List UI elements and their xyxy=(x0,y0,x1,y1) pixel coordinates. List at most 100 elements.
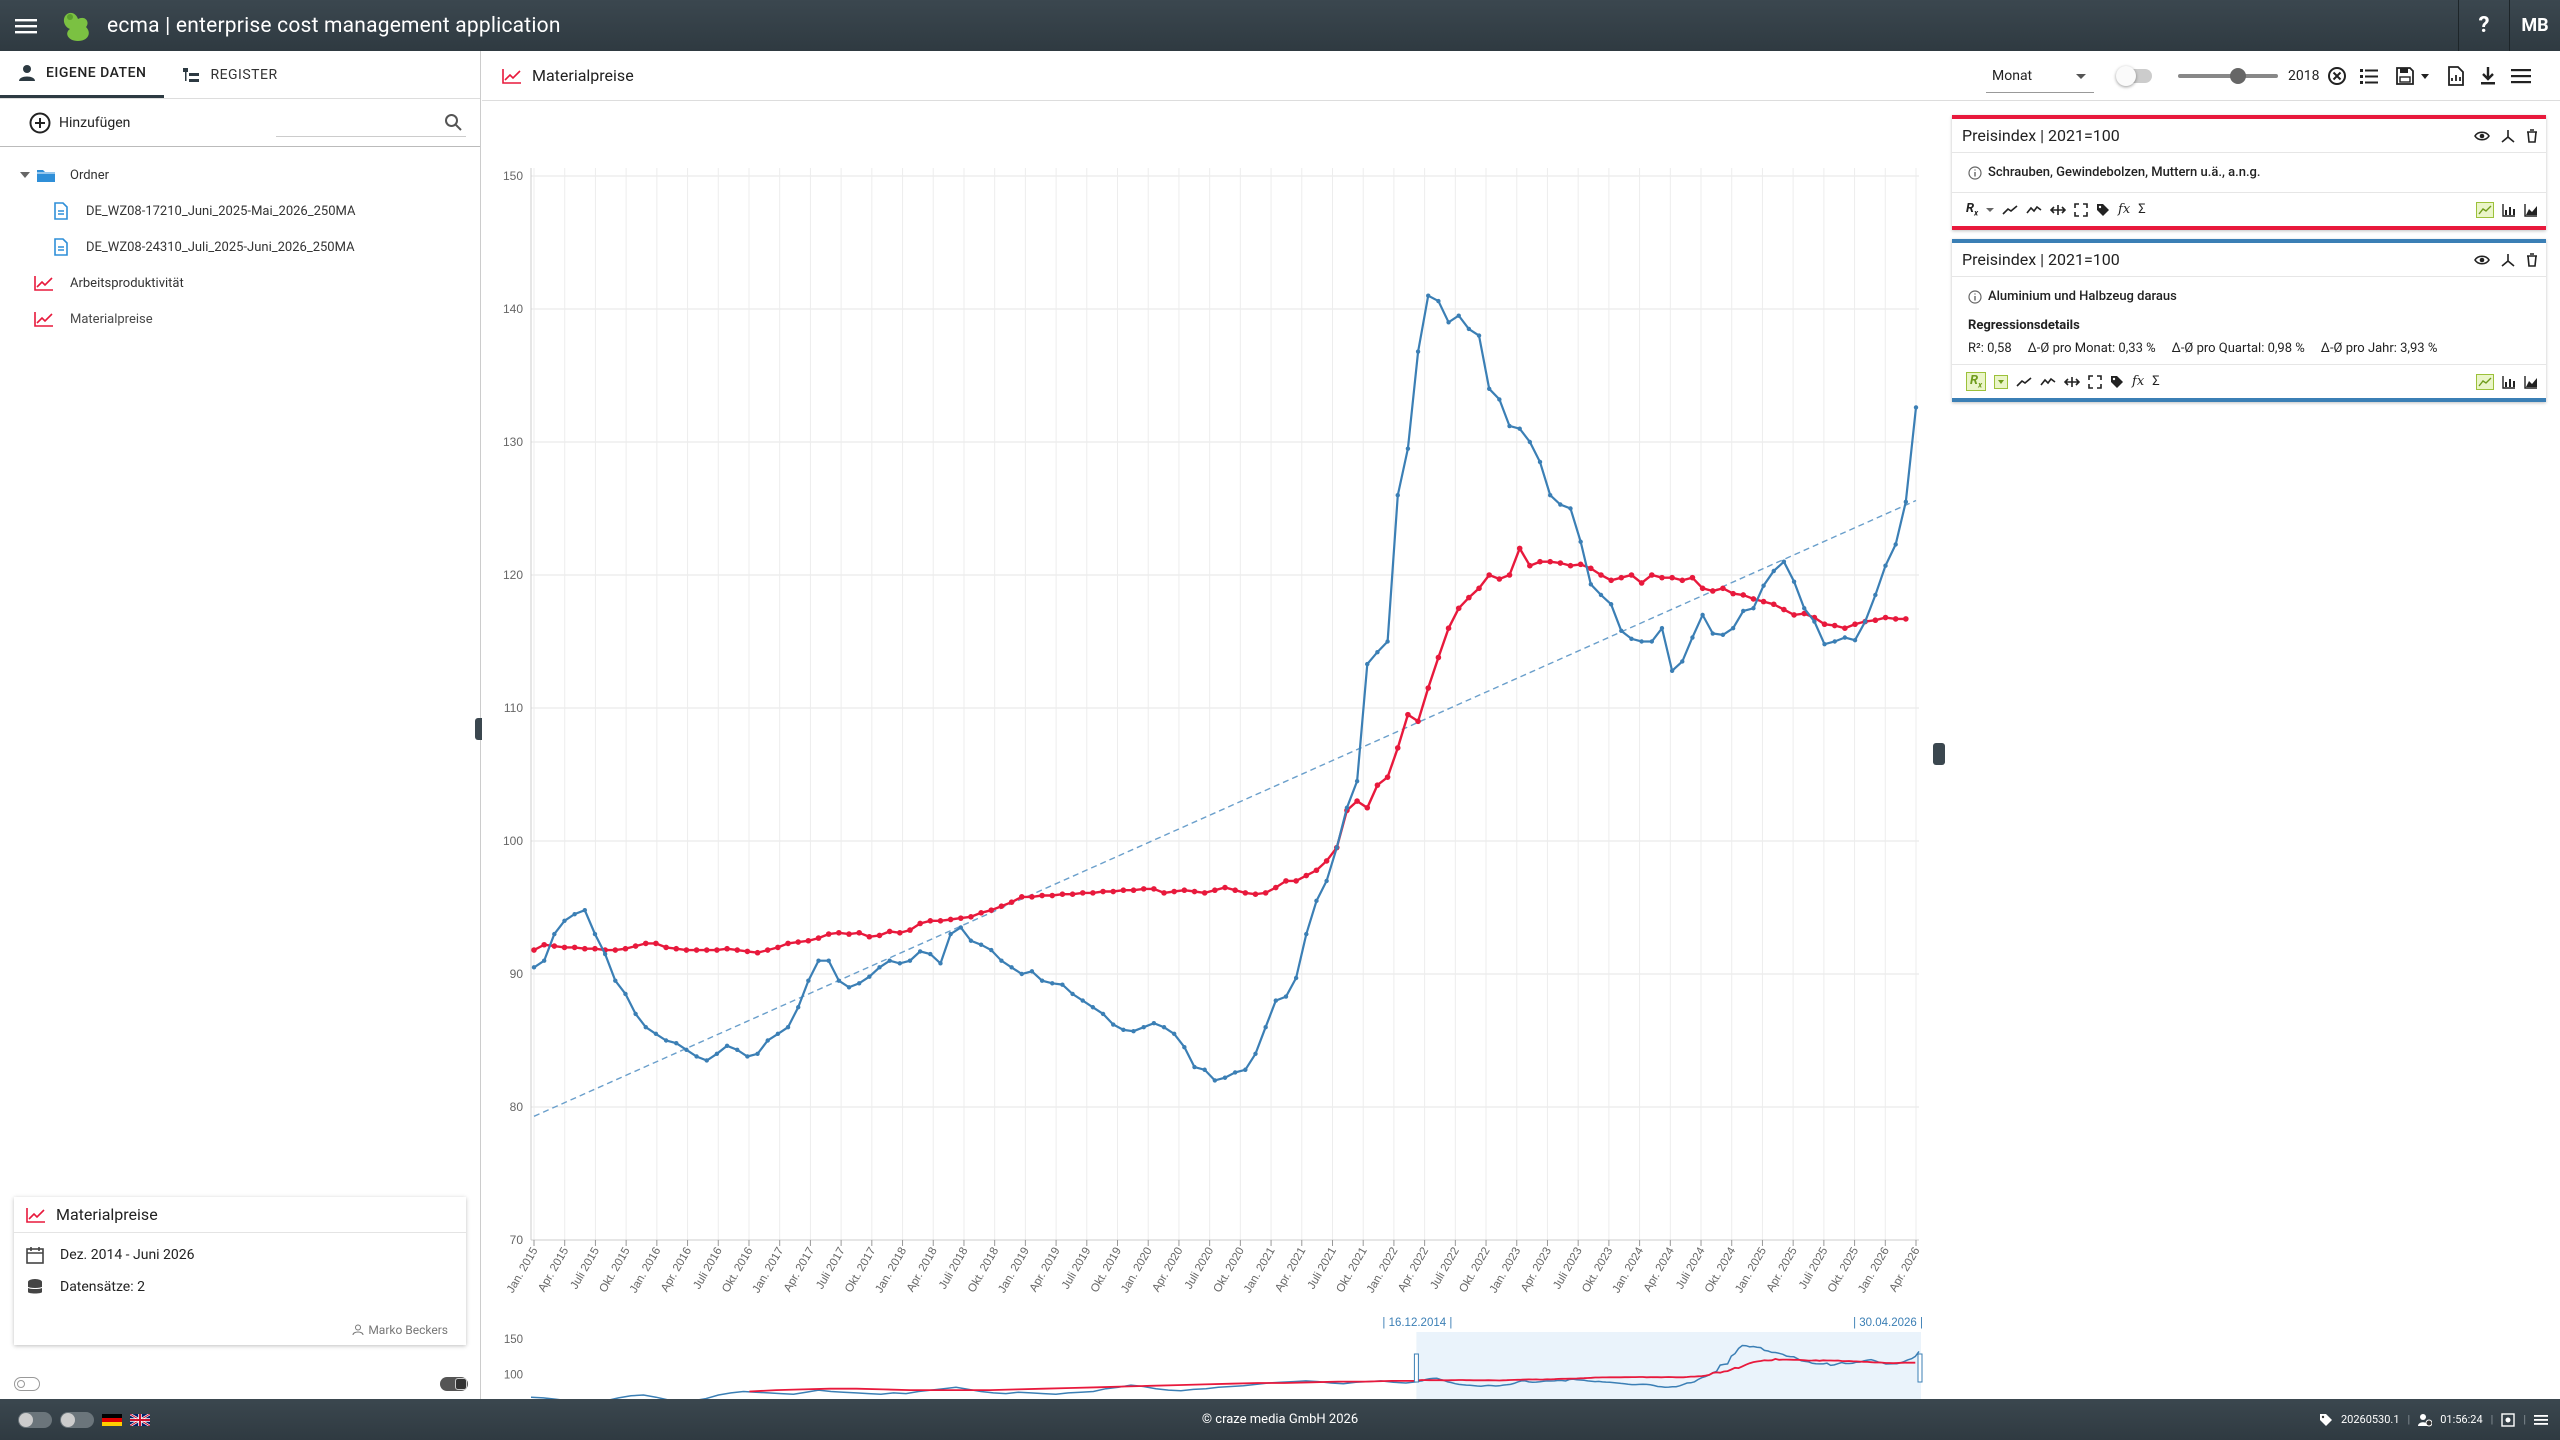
save-icon[interactable] xyxy=(2395,66,2415,86)
add-label[interactable]: Hinzufügen xyxy=(59,115,130,131)
data-point xyxy=(1903,616,1909,622)
function-icon[interactable]: fx xyxy=(2132,374,2144,389)
tag-icon[interactable] xyxy=(2096,203,2110,217)
tree-item-file[interactable]: DE_WZ08-17210_Juni_2025-Mai_2026_250MA xyxy=(0,193,480,229)
data-point xyxy=(582,907,588,913)
line-chart[interactable]: 708090100110120130140150 Jan. 2015Apr. 2… xyxy=(482,102,1932,1440)
tree-item-chart[interactable]: Arbeitsproduktivität xyxy=(0,265,480,301)
data-point xyxy=(1395,493,1400,498)
toggle-switch[interactable] xyxy=(2116,66,2152,86)
eye-icon[interactable] xyxy=(2474,130,2490,142)
panel-resize-handle[interactable] xyxy=(1933,743,1945,765)
fullscreen-icon[interactable] xyxy=(2074,202,2088,217)
tab-register[interactable]: REGISTER xyxy=(164,51,295,98)
line-chart-icon[interactable] xyxy=(2476,374,2494,390)
data-point xyxy=(1761,583,1766,588)
data-point xyxy=(1619,628,1624,634)
data-point xyxy=(1415,718,1421,725)
smooth-line-icon[interactable] xyxy=(2026,204,2042,216)
data-point xyxy=(1791,579,1797,584)
data-point xyxy=(1303,872,1310,879)
download-icon[interactable] xyxy=(2479,66,2497,86)
tree-item-file[interactable]: DE_WZ08-24310_Juli_2025-Juni_2026_250MA xyxy=(0,229,480,265)
data-point xyxy=(1680,659,1685,664)
data-point xyxy=(1527,562,1533,569)
hamburger-icon[interactable] xyxy=(2534,1414,2548,1426)
bar-chart-icon[interactable] xyxy=(2502,375,2516,389)
caret-down-icon[interactable] xyxy=(20,170,30,180)
data-point xyxy=(917,949,923,954)
tab-label: EIGENE DATEN xyxy=(46,65,147,81)
data-point xyxy=(928,951,933,957)
data-point xyxy=(1181,887,1188,894)
user-avatar-button[interactable]: MB xyxy=(2509,0,2560,51)
area-chart-icon[interactable] xyxy=(2524,203,2538,217)
help-button[interactable]: ? xyxy=(2458,0,2509,51)
data-point xyxy=(1060,982,1065,987)
search-icon[interactable] xyxy=(444,113,462,131)
add-circle-icon[interactable] xyxy=(29,112,51,134)
eye-icon[interactable] xyxy=(2474,254,2490,266)
function-icon[interactable]: fx xyxy=(2118,202,2130,217)
info-icon[interactable] xyxy=(1968,289,1982,304)
x-tick-label: Okt. 2015 xyxy=(597,1246,632,1295)
x-tick-label: Jan. 2015 xyxy=(505,1246,541,1296)
tree-folder[interactable]: Ordner xyxy=(0,157,480,193)
toggle-switch[interactable] xyxy=(440,1377,468,1391)
toggle-switch[interactable] xyxy=(14,1377,40,1391)
export-document-icon[interactable] xyxy=(2447,66,2465,86)
data-point xyxy=(562,918,567,923)
sum-icon[interactable]: Σ xyxy=(2152,374,2159,389)
trend-line-icon[interactable] xyxy=(2016,376,2032,388)
compare-arrows-icon[interactable] xyxy=(2050,204,2067,216)
bar-chart-icon[interactable] xyxy=(2502,203,2516,217)
data-point xyxy=(1069,891,1076,897)
chevron-down-icon[interactable] xyxy=(1994,374,2009,389)
fullscreen-icon[interactable] xyxy=(2088,374,2102,389)
data-point xyxy=(552,931,557,937)
data-point xyxy=(1486,572,1493,578)
tab-eigene-daten[interactable]: EIGENE DATEN xyxy=(0,51,165,98)
trash-icon[interactable] xyxy=(2526,253,2538,267)
hamburger-icon[interactable] xyxy=(2511,68,2532,84)
year-value: 2018 xyxy=(2288,68,2320,84)
data-point xyxy=(1720,585,1726,592)
data-point xyxy=(1141,1025,1146,1030)
data-point xyxy=(866,933,873,940)
data-point xyxy=(1699,585,1706,592)
settings-icon[interactable] xyxy=(2501,1412,2516,1427)
data-point xyxy=(988,907,995,913)
data-point xyxy=(1608,577,1614,584)
regression-icon[interactable]: Rx xyxy=(1966,372,1987,391)
regression-icon[interactable]: Rx xyxy=(1966,201,1978,218)
y-tick-label: 140 xyxy=(503,302,523,316)
data-point xyxy=(989,947,994,953)
close-circle-icon[interactable] xyxy=(2327,66,2347,86)
trash-icon[interactable] xyxy=(2526,129,2538,143)
document-icon xyxy=(54,238,68,256)
tree-item-chart[interactable]: Materialpreise xyxy=(0,301,480,337)
tag-icon[interactable] xyxy=(2110,375,2124,389)
area-chart-icon[interactable] xyxy=(2524,375,2538,389)
data-point xyxy=(1608,602,1614,607)
menu-button[interactable] xyxy=(0,0,51,51)
info-icon[interactable] xyxy=(1968,165,1982,180)
sum-icon[interactable]: Σ xyxy=(2138,202,2145,217)
compare-arrows-icon[interactable] xyxy=(2064,376,2081,388)
axis-icon[interactable] xyxy=(2500,129,2516,143)
axis-icon[interactable] xyxy=(2500,253,2516,267)
x-tick-label: Juli 2016 xyxy=(691,1246,724,1292)
tree-list-icon xyxy=(183,67,200,82)
trend-line-icon[interactable] xyxy=(2002,204,2018,216)
interval-select[interactable]: Monat xyxy=(1986,59,2094,93)
data-point xyxy=(1466,594,1472,601)
year-slider[interactable] xyxy=(2178,68,2278,84)
smooth-line-icon[interactable] xyxy=(2040,376,2056,388)
data-point xyxy=(1466,326,1472,332)
chevron-down-icon[interactable] xyxy=(2419,71,2431,81)
line-chart-icon[interactable] xyxy=(2476,202,2494,218)
list-icon[interactable] xyxy=(2359,67,2379,85)
search-input[interactable] xyxy=(276,107,466,137)
chevron-down-icon[interactable] xyxy=(1986,207,1995,213)
data-point xyxy=(1394,745,1401,751)
